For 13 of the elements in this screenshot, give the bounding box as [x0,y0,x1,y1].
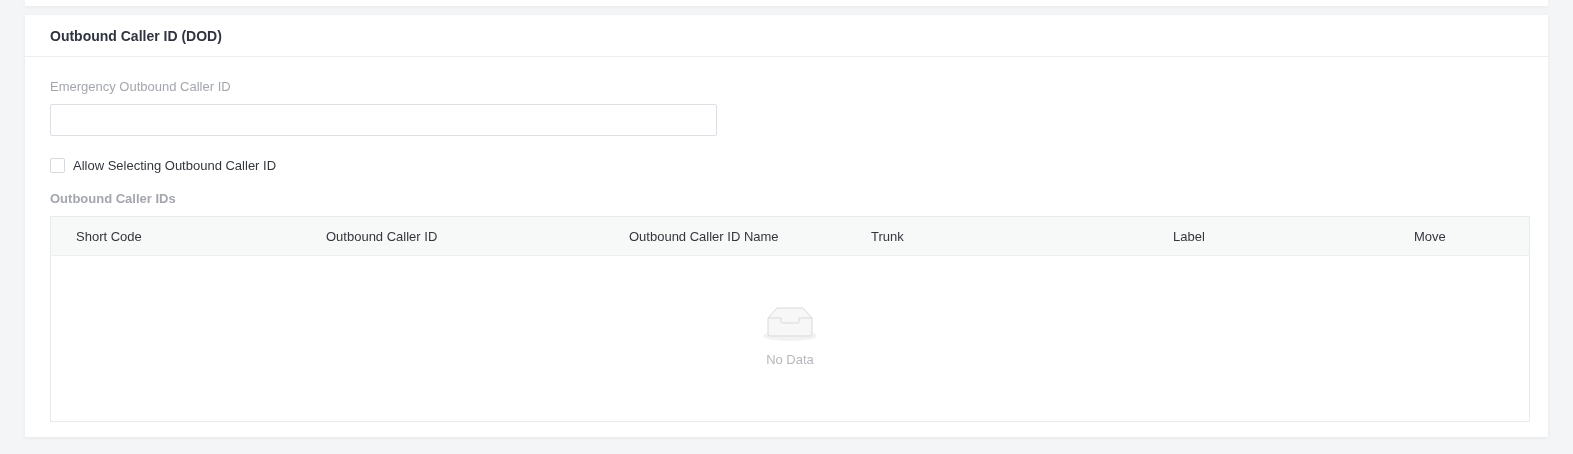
input-field[interactable] [50,104,717,136]
column-header: Trunk [870,228,905,244]
card-title: Outbound Caller ID (DOD) [25,15,1548,57]
field-label: Emergency Outbound Caller ID [50,79,232,94]
column-header: Outbound Caller ID [325,228,439,244]
column-header: Move [1413,228,1447,244]
column-header: Short Code [75,228,143,244]
section-title: Outbound Caller IDs [50,191,177,206]
empty-text: No Data [766,352,814,367]
column-header: Outbound Caller ID Name [628,228,780,244]
column-header: Label [1172,228,1206,244]
checkbox-label: Allow Selecting Outbound Caller ID [73,158,277,173]
checkbox[interactable] [50,158,65,173]
